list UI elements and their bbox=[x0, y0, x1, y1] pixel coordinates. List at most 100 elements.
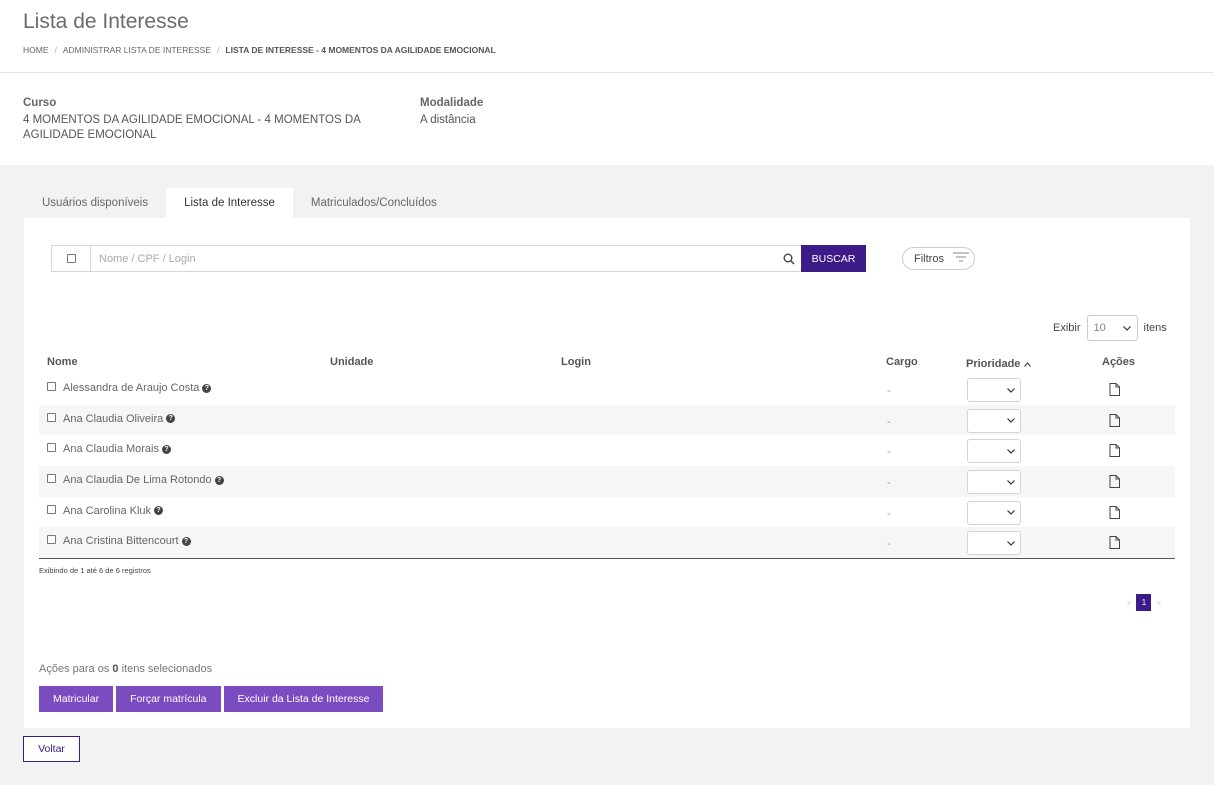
row-nome-cell: Alessandra de Araujo Costa? bbox=[63, 382, 212, 394]
help-icon[interactable]: ? bbox=[166, 414, 176, 424]
header-prioridade[interactable]: Prioridade bbox=[966, 358, 1032, 370]
row-checkbox[interactable] bbox=[47, 443, 56, 453]
header-unidade[interactable]: Unidade bbox=[330, 356, 373, 368]
help-icon[interactable]: ? bbox=[202, 383, 212, 393]
priority-select[interactable] bbox=[967, 470, 1021, 495]
priority-select[interactable] bbox=[967, 439, 1021, 464]
chevron-down-icon bbox=[1122, 325, 1131, 331]
header-nome[interactable]: Nome bbox=[47, 356, 78, 368]
sort-asc-icon bbox=[1024, 361, 1032, 367]
row-cargo: - bbox=[887, 415, 891, 428]
bulk-suffix: itens selecionados bbox=[121, 663, 213, 675]
page-size-value: 10 bbox=[1093, 322, 1106, 334]
row-nome-cell: Ana Claudia Morais? bbox=[63, 443, 171, 455]
page-title: Lista de Interesse bbox=[23, 10, 189, 33]
help-icon[interactable]: ? bbox=[214, 475, 224, 485]
pagination: « 1 » bbox=[1127, 594, 1161, 611]
page-size-control: Exibir 10 itens bbox=[1053, 315, 1167, 341]
selected-count: 0 bbox=[112, 663, 119, 675]
breadcrumb-home[interactable]: HOME bbox=[23, 45, 49, 55]
row-checkbox[interactable] bbox=[47, 382, 56, 391]
forcar-matricula-button[interactable]: Forçar matrícula bbox=[116, 686, 221, 712]
tabs: Usuários disponíveis Lista de Interesse … bbox=[24, 188, 455, 218]
course-info: Curso 4 MOMENTOS DA AGILIDADE EMOCIONAL … bbox=[23, 96, 395, 144]
header-prioridade-label: Prioridade bbox=[966, 358, 1021, 370]
priority-select[interactable] bbox=[967, 531, 1021, 556]
bulk-actions: Matricular Forçar matrícula Excluir da L… bbox=[39, 686, 384, 712]
row-checkbox[interactable] bbox=[47, 474, 56, 484]
chevron-down-icon bbox=[1007, 448, 1015, 454]
help-icon[interactable]: ? bbox=[154, 506, 164, 516]
search-icon[interactable] bbox=[777, 246, 801, 271]
modalidade-label: Modalidade bbox=[420, 97, 484, 109]
breadcrumb-current: LISTA DE INTERESSE - 4 MOMENTOS DA AGILI… bbox=[225, 45, 496, 55]
document-icon[interactable] bbox=[1109, 383, 1120, 399]
help-icon[interactable]: ? bbox=[162, 444, 171, 454]
table-bottom-border bbox=[39, 558, 1175, 560]
modalidade-value: A distância bbox=[420, 113, 476, 126]
row-nome-cell: Ana Carolina Kluk? bbox=[63, 504, 164, 517]
table-row: Ana Cristina Bittencourt? - bbox=[39, 527, 1175, 559]
search-input[interactable] bbox=[91, 246, 777, 271]
table-body: Alessandra de Araujo Costa? - Ana Claudia … bbox=[39, 374, 1175, 559]
breadcrumb-separator: / bbox=[54, 45, 57, 55]
modalidade-info: Modalidade A distância bbox=[420, 96, 483, 128]
priority-select[interactable] bbox=[967, 408, 1021, 433]
tab-lista-de-interesse[interactable]: Lista de Interesse bbox=[166, 188, 293, 218]
header-login[interactable]: Login bbox=[561, 356, 591, 368]
row-cargo: - bbox=[887, 538, 891, 551]
row-nome: Ana Claudia Oliveira bbox=[63, 412, 164, 425]
chevron-down-icon bbox=[1007, 418, 1015, 424]
row-nome: Alessandra de Araujo Costa bbox=[63, 382, 200, 394]
breadcrumb-admin-list[interactable]: ADMINISTRAR LISTA DE INTERESSE bbox=[63, 45, 211, 55]
row-checkbox[interactable] bbox=[47, 535, 56, 545]
curso-label: Curso bbox=[23, 97, 57, 109]
table-row: Alessandra de Araujo Costa? - bbox=[39, 374, 1175, 405]
bulk-prefix: Ações para os bbox=[39, 663, 110, 675]
pagination-next[interactable]: » bbox=[1156, 598, 1160, 607]
breadcrumb: HOME / ADMINISTRAR LISTA DE INTERESSE / … bbox=[23, 45, 496, 55]
search-bar bbox=[51, 245, 801, 272]
row-nome: Ana Carolina Kluk bbox=[63, 504, 152, 517]
row-cargo: - bbox=[887, 507, 891, 520]
chevron-down-icon bbox=[1007, 541, 1015, 546]
bulk-actions-text: Ações para os 0 itens selecionados bbox=[39, 663, 212, 675]
help-icon[interactable]: ? bbox=[181, 536, 191, 546]
row-checkbox[interactable] bbox=[47, 412, 56, 422]
table-row: Ana Claudia Oliveira? - bbox=[39, 404, 1175, 436]
table-row: Ana Claudia Morais? - bbox=[39, 435, 1175, 466]
exibir-label: Exibir bbox=[1053, 322, 1081, 334]
priority-select[interactable] bbox=[967, 500, 1021, 525]
table-header: Nome Unidade Login Cargo Prioridade Açõe… bbox=[39, 350, 1175, 374]
chevron-down-icon bbox=[1007, 387, 1015, 393]
tab-matriculados-concluidos[interactable]: Matriculados/Concluídos bbox=[293, 188, 455, 218]
document-icon[interactable] bbox=[1109, 444, 1120, 460]
page-size-select[interactable]: 10 bbox=[1086, 315, 1138, 341]
filtros-button[interactable]: Filtros bbox=[902, 247, 975, 270]
filter-icon bbox=[952, 252, 969, 265]
row-nome-cell: Ana Cristina Bittencourt? bbox=[63, 535, 191, 547]
matricular-button[interactable]: Matricular bbox=[39, 686, 114, 712]
row-nome-cell: Ana Claudia De Lima Rotondo? bbox=[63, 474, 224, 486]
document-icon[interactable] bbox=[1109, 505, 1120, 522]
voltar-button[interactable]: Voltar bbox=[23, 736, 80, 762]
document-icon[interactable] bbox=[1109, 413, 1120, 430]
interest-list-table: Nome Unidade Login Cargo Prioridade Açõe… bbox=[39, 350, 1175, 560]
row-cargo: - bbox=[887, 446, 891, 459]
header-cargo[interactable]: Cargo bbox=[886, 356, 918, 368]
document-icon[interactable] bbox=[1109, 536, 1120, 552]
priority-select[interactable] bbox=[967, 378, 1021, 402]
row-cargo: - bbox=[887, 477, 891, 490]
main-panel: BUSCAR Filtros Exibir 10 itens Nome Unid… bbox=[24, 218, 1190, 728]
excluir-lista-button[interactable]: Excluir da Lista de Interesse bbox=[223, 686, 384, 712]
pagination-prev[interactable]: « bbox=[1127, 598, 1131, 607]
breadcrumb-separator: / bbox=[217, 45, 220, 55]
document-icon[interactable] bbox=[1109, 475, 1120, 491]
table-row: Ana Carolina Kluk? - bbox=[39, 497, 1175, 528]
buscar-button[interactable]: BUSCAR bbox=[801, 245, 866, 272]
tab-usuarios-disponiveis[interactable]: Usuários disponíveis bbox=[24, 188, 166, 218]
select-all-checkbox[interactable] bbox=[66, 254, 76, 263]
page-1[interactable]: 1 bbox=[1136, 594, 1152, 611]
row-checkbox[interactable] bbox=[47, 504, 56, 514]
row-nome: Ana Claudia Morais bbox=[63, 443, 159, 456]
